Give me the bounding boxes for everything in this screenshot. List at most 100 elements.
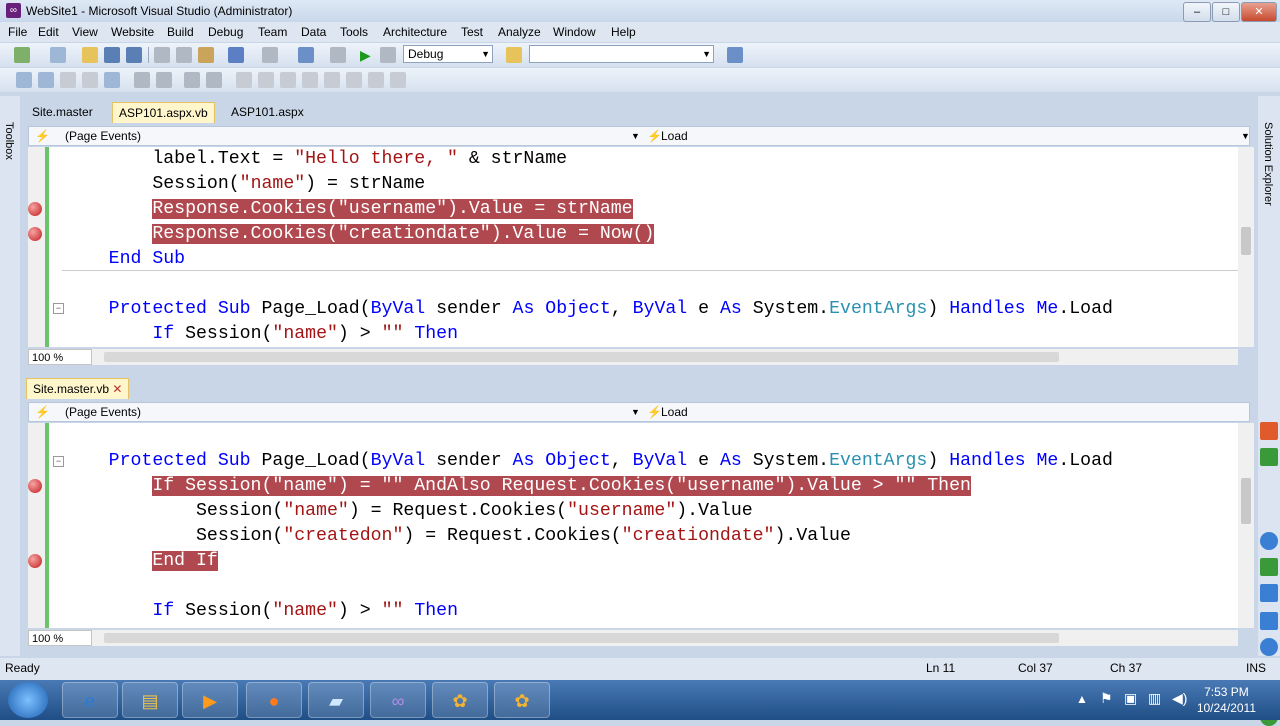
solution-config-select[interactable]: Debug ▼ — [403, 45, 493, 63]
indent-icon[interactable] — [134, 72, 150, 88]
show-hidden-icons[interactable]: ▲ — [1076, 692, 1088, 706]
breakpoint-icon[interactable] — [28, 479, 42, 493]
device-icon[interactable]: ▣ — [1124, 690, 1137, 707]
network-icon[interactable]: ▥ — [1148, 690, 1161, 707]
top-zoom-level[interactable]: 100 % — [28, 349, 92, 365]
menu-website[interactable]: Website — [111, 25, 154, 39]
navigate-forward-icon[interactable] — [330, 47, 346, 63]
back-icon[interactable] — [1260, 422, 1278, 440]
code-line[interactable]: Session("createdon") = Request.Cookies("… — [65, 524, 851, 549]
media-player-icon[interactable]: ▶ — [182, 682, 238, 718]
navigate-back-icon[interactable] — [298, 47, 314, 63]
attach-icon[interactable] — [380, 47, 396, 63]
bottom-zoom-level[interactable]: 100 % — [28, 630, 92, 646]
undo-icon[interactable] — [228, 47, 244, 63]
solution-explorer-icon[interactable] — [727, 47, 743, 63]
code-line[interactable]: End Sub — [65, 247, 185, 272]
code-line[interactable]: Session("name") = Request.Cookies("usern… — [65, 499, 753, 524]
zoom-icon[interactable] — [1260, 638, 1278, 656]
next-bookmark-folder-icon[interactable] — [302, 72, 318, 88]
top-vertical-scrollbar[interactable] — [1238, 147, 1254, 347]
menu-window[interactable]: Window — [553, 25, 596, 39]
paste-icon[interactable] — [198, 47, 214, 63]
class-name-dropdown[interactable]: (Page Events) — [65, 127, 141, 145]
toolbox-tab[interactable]: Toolbox — [3, 122, 15, 160]
new-project-icon[interactable] — [14, 47, 30, 63]
notes-icon[interactable]: ▰ — [308, 682, 364, 718]
visual-studio-taskbar-icon[interactable]: ∞ — [370, 682, 426, 718]
complete-word-icon[interactable] — [82, 72, 98, 88]
prev-bookmark-doc-icon[interactable] — [324, 72, 340, 88]
find-combo[interactable]: ▼ — [529, 45, 714, 63]
tab-site-master[interactable]: Site.master — [26, 102, 99, 122]
next-bookmark-icon[interactable] — [258, 72, 274, 88]
screen-icon[interactable] — [1260, 558, 1278, 576]
menu-analyze[interactable]: Analyze — [498, 25, 541, 39]
close-button[interactable]: ✕ — [1241, 2, 1277, 22]
toggle-bookmark-icon[interactable] — [206, 72, 222, 88]
cut-icon[interactable] — [154, 47, 170, 63]
top-horizontal-scrollbar[interactable] — [92, 349, 1238, 365]
breakpoint-icon[interactable] — [28, 554, 42, 568]
outdent-icon[interactable] — [104, 72, 120, 88]
redo-icon[interactable] — [262, 47, 278, 63]
clock[interactable]: 7:53 PM 10/24/2011 — [1197, 684, 1256, 716]
internet-explorer-icon[interactable]: e — [62, 682, 118, 718]
app-flower-icon[interactable]: ✿ — [494, 682, 550, 718]
next-bookmark-doc-icon[interactable] — [346, 72, 362, 88]
scroll-thumb[interactable] — [1241, 478, 1251, 524]
code-line[interactable]: Protected Sub Page_Load(ByVal sender As … — [65, 297, 1113, 322]
scroll-thumb[interactable] — [1241, 227, 1251, 255]
collapse-icon[interactable]: − — [53, 303, 64, 314]
pen-icon[interactable] — [1260, 612, 1278, 630]
code-line[interactable]: Session("name") = strName — [65, 172, 425, 197]
copy-icon[interactable] — [176, 47, 192, 63]
menu-build[interactable]: Build — [167, 25, 194, 39]
chevron-down-icon[interactable]: ▼ — [631, 403, 640, 421]
scroll-thumb[interactable] — [104, 352, 1059, 362]
parameter-info-icon[interactable] — [38, 72, 54, 88]
menu-view[interactable]: View — [72, 25, 98, 39]
method-name-dropdown[interactable]: Load — [661, 127, 688, 145]
method-name-dropdown[interactable]: Load — [661, 403, 688, 421]
collapse-icon[interactable]: − — [53, 456, 64, 467]
breakpoint-icon[interactable] — [28, 202, 42, 216]
code-line[interactable]: If Session("name") = "" AndAlso Request.… — [65, 474, 971, 499]
prev-bookmark-folder-icon[interactable] — [280, 72, 296, 88]
menu-team[interactable]: Team — [258, 25, 287, 39]
bottom-code-editor[interactable]: Protected Sub Page_Load(ByVal sender As … — [28, 423, 1238, 628]
menu-tools[interactable]: Tools — [340, 25, 368, 39]
volume-icon[interactable]: ◀) — [1172, 690, 1187, 707]
tab-site-master-vb[interactable]: Site.master.vb ✕ — [26, 378, 130, 399]
uncomment-icon[interactable] — [184, 72, 200, 88]
network-icon[interactable] — [1260, 584, 1278, 602]
tab-asp101-aspx[interactable]: ASP101.aspx — [225, 102, 310, 122]
menu-test[interactable]: Test — [461, 25, 483, 39]
code-line[interactable]: If Session("name") > "" Then — [65, 599, 458, 624]
code-line[interactable]: Protected Sub Page_Load(ByVal sender As … — [65, 449, 1113, 474]
code-line[interactable]: Response.Cookies("creationdate").Value =… — [65, 222, 655, 247]
code-line[interactable]: Response.Cookies("username").Value = str… — [65, 197, 633, 222]
start-debugging-icon[interactable]: ▶ — [360, 47, 376, 63]
start-button[interactable] — [8, 682, 48, 718]
list-members-icon[interactable] — [16, 72, 32, 88]
solution-explorer-tab[interactable]: Solution Explorer — [1262, 122, 1274, 206]
save-all-icon[interactable] — [126, 47, 142, 63]
menu-help[interactable]: Help — [611, 25, 636, 39]
prev-bookmark-icon[interactable] — [236, 72, 252, 88]
pause-icon[interactable] — [1260, 532, 1278, 550]
class-name-dropdown[interactable]: (Page Events) — [65, 403, 141, 421]
app-flower-icon[interactable]: ✿ — [432, 682, 488, 718]
find-in-files-icon[interactable] — [506, 47, 522, 63]
menu-file[interactable]: File — [8, 25, 27, 39]
save-icon[interactable] — [104, 47, 120, 63]
play-icon[interactable] — [1260, 448, 1278, 466]
quick-info-icon[interactable] — [60, 72, 76, 88]
bottom-horizontal-scrollbar[interactable] — [92, 630, 1238, 646]
clear-bookmarks-icon[interactable] — [368, 72, 384, 88]
breakpoint-icon[interactable] — [28, 227, 42, 241]
close-tab-icon[interactable]: ✕ — [112, 382, 122, 396]
chevron-down-icon[interactable]: ▼ — [631, 127, 640, 145]
menu-edit[interactable]: Edit — [38, 25, 59, 39]
menu-architecture[interactable]: Architecture — [383, 25, 447, 39]
